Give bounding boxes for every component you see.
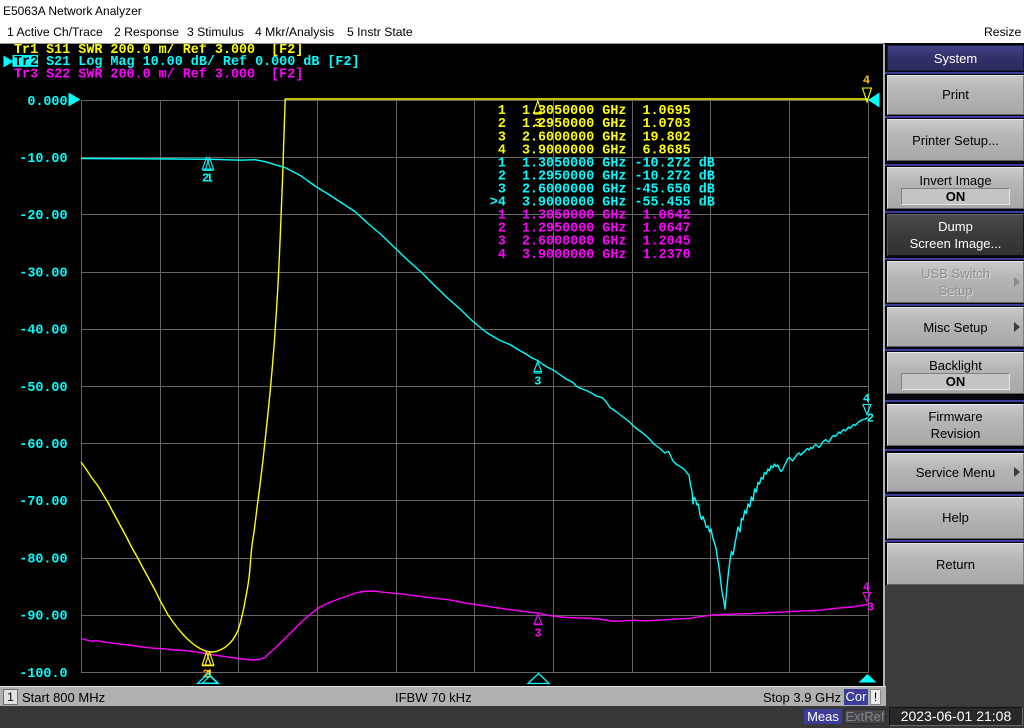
- svg-text:3: 3: [534, 375, 541, 389]
- svg-text:-30.00: -30.00: [19, 266, 67, 281]
- svg-text:-70.00: -70.00: [19, 495, 67, 510]
- svg-text:3: 3: [534, 117, 541, 131]
- svg-text:0.000: 0.000: [27, 95, 67, 110]
- svg-text:Tr3 S22 SWR 200.0 m/ Ref 3.000: Tr3 S22 SWR 200.0 m/ Ref 3.000 [F2]: [14, 68, 303, 83]
- svg-text:-90.00: -90.00: [19, 610, 67, 625]
- svg-text:4: 4: [863, 74, 870, 88]
- svg-text:3: 3: [534, 627, 541, 641]
- svg-text:-100.0: -100.0: [19, 667, 67, 682]
- svg-text:4 3.9000000 GHz 1.2370: 4 3.9000000 GHz 1.2370: [490, 248, 691, 263]
- svg-text:-60.00: -60.00: [19, 438, 67, 453]
- svg-text:-80.00: -80.00: [19, 552, 67, 567]
- svg-text:-50.00: -50.00: [19, 381, 67, 396]
- svg-text:1: 1: [206, 172, 213, 186]
- svg-text:-20.00: -20.00: [19, 209, 67, 224]
- svg-text:3: 3: [867, 601, 874, 615]
- svg-text:-40.00: -40.00: [19, 324, 67, 339]
- svg-text:2: 2: [867, 412, 874, 426]
- svg-text:4: 4: [863, 392, 870, 406]
- svg-text:-10.00: -10.00: [19, 152, 67, 167]
